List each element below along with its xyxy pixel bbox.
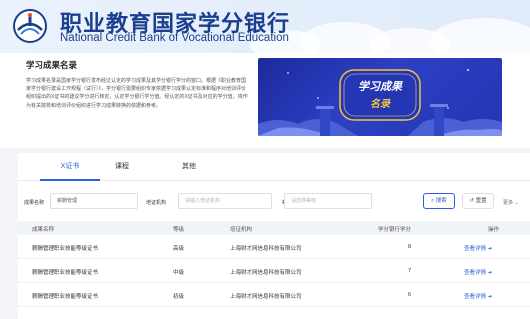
name-filter-value: 薪酬管理 (57, 198, 78, 204)
reset-button[interactable]: ↺ 重置 (462, 193, 494, 209)
level-filter-placeholder: 请选择等级 (291, 198, 317, 204)
search-button-label: 搜索 (435, 198, 447, 204)
cell-level: 中级 (173, 270, 185, 276)
reset-icon: ↺ (469, 198, 475, 204)
cell-name: 薪酬管理职业技能等级证书 (32, 246, 99, 252)
header-cloud (430, 18, 530, 53)
banner-image: 学习成果 名录 (258, 58, 502, 136)
org-filter-input[interactable]: 请输入培证机构 (178, 193, 272, 209)
column-header-level: 等级 (173, 227, 185, 233)
column-header-action: 操作 (488, 227, 500, 233)
table-header: 成果名称 等级 培证机构 学分银行学分 操作 (18, 221, 530, 235)
tab-other[interactable]: 其他 (173, 161, 205, 171)
intro-section: 学习成果名录 学习成果名录是国家学分银行发布经过认定的学习成果及其学分银行学分的… (0, 53, 530, 148)
banner-title: 学习成果 (358, 81, 402, 93)
cell-name: 薪酬管理职业技能等级证书 (32, 294, 99, 300)
cell-credit: 7 (408, 268, 412, 274)
brand-name-en: National Credit Bank of Vocational Educa… (60, 32, 289, 44)
table-row: 薪酬管理职业技能等级证书 中级 上海财才网信息科技有限公司 7 查看详情 ➔ (18, 259, 530, 283)
intro-description: 学习成果名录是国家学分银行发布经过认定的学习成果及其学分银行学分的窗口。根据《职… (26, 78, 248, 109)
table-row: 薪酬管理职业技能等级证书 初级 上海财才网信息科技有限公司 6 查看详情 ➔ (18, 283, 530, 307)
filter-bar: 成果名称 薪酬管理 培证机构 请输入培证机构 等级 请选择等级 ⌕ 搜索 ↺ 重… (18, 181, 530, 221)
logo-icon[interactable] (12, 8, 48, 44)
more-filters-label: 更多 (503, 200, 514, 206)
cell-level: 高级 (173, 246, 185, 252)
cell-org: 上海财才网信息科技有限公司 (230, 246, 302, 252)
cell-level: 初级 (173, 294, 185, 300)
cell-name: 薪酬管理职业技能等级证书 (32, 270, 99, 276)
tab-course[interactable]: 课程 (106, 161, 138, 171)
tab-bar: X证书 课程 其他 (18, 153, 530, 181)
org-filter-label: 培证机构 (146, 200, 167, 206)
page-title: 学习成果名录 (26, 60, 78, 70)
cell-org: 上海财才网信息科技有限公司 (230, 294, 302, 300)
cell-credit: 6 (408, 292, 412, 298)
results-card: X证书 课程 其他 成果名称 薪酬管理 培证机构 请输入培证机构 等级 请选择等… (18, 153, 530, 319)
name-filter-input[interactable]: 薪酬管理 (50, 193, 138, 209)
site-header: 职业教育国家学分银行 National Credit Bank of Vocat… (0, 0, 530, 53)
column-header-name: 成果名称 (32, 227, 55, 233)
more-filters-toggle[interactable]: 更多 ⌄ (503, 199, 519, 206)
banner-subtitle: 名录 (370, 99, 390, 110)
tab-x-certificate[interactable]: X证书 (40, 161, 100, 171)
name-filter-label: 成果名称 (24, 200, 45, 206)
cell-org: 上海财才网信息科技有限公司 (230, 270, 302, 276)
chevron-down-icon: ⌄ (514, 200, 519, 206)
search-button[interactable]: ⌕ 搜索 (423, 193, 455, 209)
search-icon: ⌕ (431, 198, 435, 204)
reset-button-label: 重置 (475, 198, 487, 204)
view-details-link[interactable]: 查看详情 ➔ (464, 292, 492, 300)
view-details-link[interactable]: 查看详情 ➔ (464, 244, 492, 252)
org-filter-placeholder: 请输入培证机构 (185, 198, 221, 204)
view-details-link[interactable]: 查看详情 ➔ (464, 268, 492, 276)
cell-credit: 8 (408, 244, 412, 250)
column-header-org: 培证机构 (230, 227, 253, 233)
table-row: 薪酬管理职业技能等级证书 高级 上海财才网信息科技有限公司 8 查看详情 ➔ (18, 235, 530, 259)
column-header-credit: 学分银行学分 (378, 227, 412, 233)
level-filter-select[interactable]: 请选择等级 (284, 193, 372, 209)
